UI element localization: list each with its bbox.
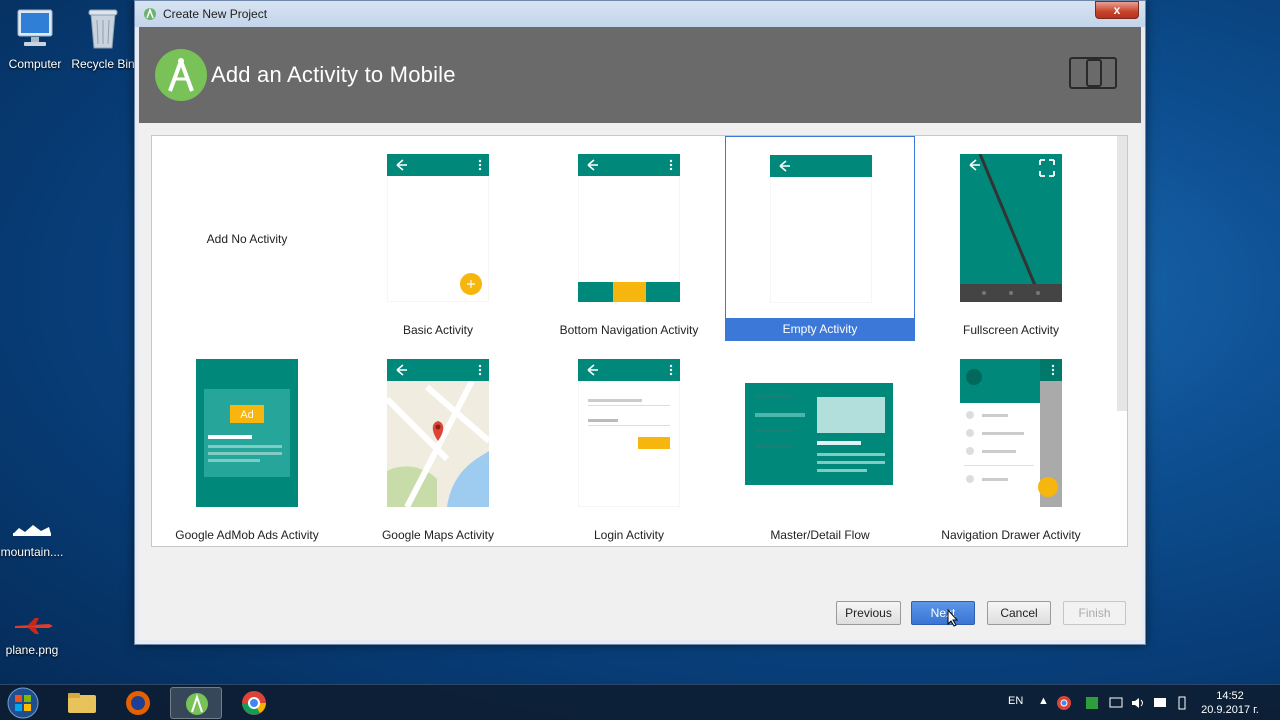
cancel-button[interactable]: Cancel <box>987 601 1051 625</box>
desktop-icon-label: Recycle Bin <box>71 57 135 71</box>
phone-tablet-icon <box>1069 57 1117 89</box>
desktop-icon-computer[interactable]: Computer <box>0 6 70 71</box>
taskbar-firefox[interactable] <box>112 687 164 719</box>
taskbar-explorer[interactable] <box>56 687 108 719</box>
template-admob-activity[interactable]: Ad Google AdMob Ads Activity <box>152 341 342 546</box>
system-clock[interactable]: 14:52 20.9.2017 г. <box>1200 689 1260 717</box>
template-navigation-drawer-activity[interactable]: Navigation Drawer Activity <box>916 341 1106 546</box>
volume-icon[interactable] <box>1130 695 1146 711</box>
sync-tray-icon[interactable] <box>1084 695 1100 711</box>
finish-button: Finish <box>1063 601 1126 625</box>
ad-label: Ad <box>240 409 253 421</box>
recycle-bin-icon <box>68 6 138 53</box>
taskbar-android-studio[interactable] <box>170 687 222 719</box>
template-fullscreen-activity[interactable]: Fullscreen Activity <box>916 136 1106 341</box>
folder-icon <box>68 693 96 713</box>
template-master-detail-flow[interactable]: Master/Detail Flow <box>725 341 915 546</box>
taskbar-chrome[interactable] <box>228 687 280 719</box>
master-detail-preview <box>745 383 893 485</box>
template-gallery: Add No Activity Basic Activity Bottom Na… <box>151 135 1128 547</box>
chrome-tray-icon[interactable] <box>1056 695 1072 711</box>
android-studio-icon <box>144 7 156 20</box>
wizard-header: Add an Activity to Mobile <box>139 27 1141 123</box>
maps-preview <box>387 359 489 507</box>
page-title: Add an Activity to Mobile <box>211 62 456 87</box>
create-project-dialog: Create New Project x Add an Activity to … <box>134 0 1146 645</box>
android-studio-logo-icon <box>155 49 207 101</box>
start-button-icon[interactable] <box>2 686 44 720</box>
template-label: Fullscreen Activity <box>962 323 1060 337</box>
fullscreen-activity-preview <box>960 154 1062 302</box>
login-preview <box>578 359 680 507</box>
desktop-icon-plane[interactable]: plane.png <box>0 614 67 657</box>
template-label: Bottom Navigation Activity <box>559 323 699 337</box>
desktop-icon-label: mountain.... <box>0 545 64 559</box>
language-indicator[interactable]: EN <box>1008 695 1023 707</box>
firefox-icon <box>126 691 150 715</box>
gallery-scrollbar[interactable] <box>1117 136 1127 411</box>
desktop-icon-label: Computer <box>8 57 62 71</box>
bottom-navigation-preview <box>578 154 680 302</box>
previous-button[interactable]: Previous <box>836 601 901 625</box>
taskbar: EN ▲ 14:52 20.9.2017 г. <box>0 684 1280 720</box>
template-empty-activity[interactable]: Empty Activity <box>725 136 915 341</box>
template-label: Empty Activity <box>726 318 914 340</box>
window-titlebar[interactable]: Create New Project <box>135 1 1145 27</box>
template-google-maps-activity[interactable]: Google Maps Activity <box>343 341 533 546</box>
template-label: Google Maps Activity <box>381 528 495 542</box>
template-label: Google AdMob Ads Activity <box>175 528 319 542</box>
template-label: Basic Activity <box>402 323 474 337</box>
desktop-icon-recycle-bin[interactable]: Recycle Bin <box>68 6 138 71</box>
admob-preview: Ad <box>196 359 298 507</box>
template-bottom-navigation-activity[interactable]: Bottom Navigation Activity <box>534 136 724 341</box>
empty-activity-preview <box>770 155 872 303</box>
image-file-icon <box>0 520 67 541</box>
power-tray-icon[interactable] <box>1174 695 1190 711</box>
template-label: Navigation Drawer Activity <box>941 528 1081 542</box>
template-basic-activity[interactable]: Basic Activity <box>343 136 533 341</box>
template-login-activity[interactable]: Login Activity <box>534 341 724 546</box>
desktop-icon-mountain[interactable]: mountain.... <box>0 520 67 559</box>
navigation-drawer-preview <box>960 359 1062 507</box>
template-label: Login Activity <box>593 528 665 542</box>
display-tray-icon[interactable] <box>1152 695 1168 711</box>
image-file-icon <box>0 614 67 639</box>
template-label: Add No Activity <box>206 232 288 246</box>
next-button[interactable]: Next <box>911 601 975 625</box>
clock-date: 20.9.2017 г. <box>1201 704 1259 716</box>
mouse-cursor-icon <box>947 609 959 627</box>
clock-time: 14:52 <box>1216 690 1244 702</box>
chrome-icon <box>242 691 266 715</box>
template-label: Master/Detail Flow <box>770 528 870 542</box>
android-studio-icon <box>186 693 208 715</box>
window-title: Create New Project <box>163 7 268 21</box>
wizard-content: Add No Activity Basic Activity Bottom Na… <box>139 123 1141 640</box>
basic-activity-preview <box>387 154 489 302</box>
show-hidden-icons-icon[interactable]: ▲ <box>1038 695 1049 707</box>
template-add-no-activity[interactable]: Add No Activity <box>152 136 342 341</box>
close-button[interactable]: x <box>1095 1 1139 19</box>
desktop-icon-label: plane.png <box>5 643 59 657</box>
computer-icon <box>0 6 70 53</box>
network-tray-icon[interactable] <box>1108 695 1124 711</box>
